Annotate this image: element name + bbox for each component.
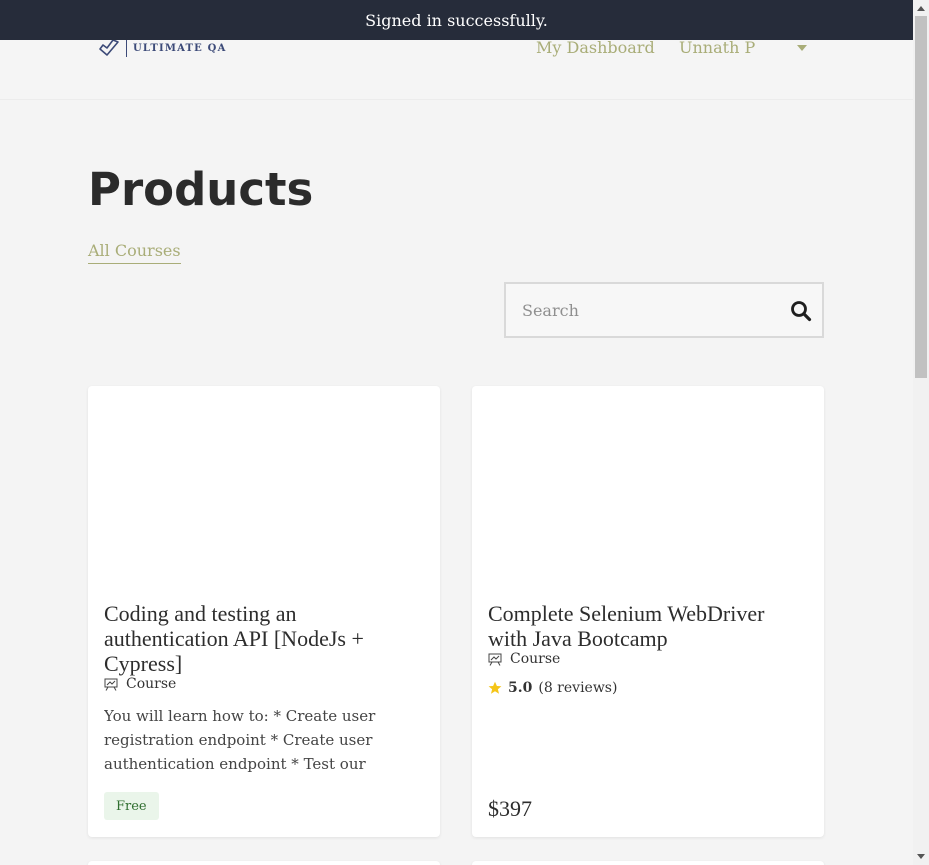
price-badge-free: Free — [104, 792, 159, 820]
logo[interactable]: ULTIMATE QA — [98, 38, 227, 58]
product-rating: 5.0 (8 reviews) — [488, 680, 617, 696]
nav-user-name[interactable]: Unnath P — [679, 38, 755, 57]
scroll-down-arrow-icon[interactable] — [917, 854, 925, 859]
product-type-label: Course — [510, 651, 561, 667]
product-type: Course — [104, 676, 176, 692]
scrollbar-thumb[interactable] — [915, 16, 927, 378]
product-card[interactable] — [88, 861, 440, 865]
product-title[interactable]: Complete Selenium WebDriver with Java Bo… — [488, 601, 808, 651]
rating-value: 5.0 — [508, 680, 533, 696]
product-type: Course — [488, 651, 560, 667]
search-button[interactable] — [790, 300, 812, 322]
page-scrollbar[interactable] — [913, 0, 929, 865]
search-icon — [791, 301, 812, 322]
presentation-icon — [488, 653, 502, 666]
checkmark-tag-icon — [99, 39, 119, 56]
product-card[interactable]: Coding and testing an authentication API… — [88, 386, 440, 837]
nav-my-dashboard[interactable]: My Dashboard — [536, 38, 655, 57]
caret-down-icon[interactable] — [797, 45, 807, 51]
product-title[interactable]: Coding and testing an authentication API… — [104, 601, 424, 676]
search-box — [504, 282, 824, 338]
logo-text: ULTIMATE QA — [133, 42, 227, 54]
product-price: $397 — [488, 796, 532, 821]
presentation-icon — [104, 678, 118, 691]
flash-message: Signed in successfully. — [0, 0, 913, 40]
product-description: You will learn how to: * Create user reg… — [104, 707, 376, 773]
star-icon — [488, 681, 502, 694]
product-card[interactable] — [472, 861, 824, 865]
product-card[interactable]: Complete Selenium WebDriver with Java Bo… — [472, 386, 824, 837]
product-type-label: Course — [126, 676, 177, 692]
page-title: Products — [88, 163, 314, 216]
logo-separator — [126, 39, 127, 57]
scroll-up-arrow-icon[interactable] — [917, 6, 925, 11]
search-input[interactable] — [506, 284, 776, 336]
tab-all-courses[interactable]: All Courses — [88, 241, 181, 264]
review-count: (8 reviews) — [538, 680, 618, 696]
